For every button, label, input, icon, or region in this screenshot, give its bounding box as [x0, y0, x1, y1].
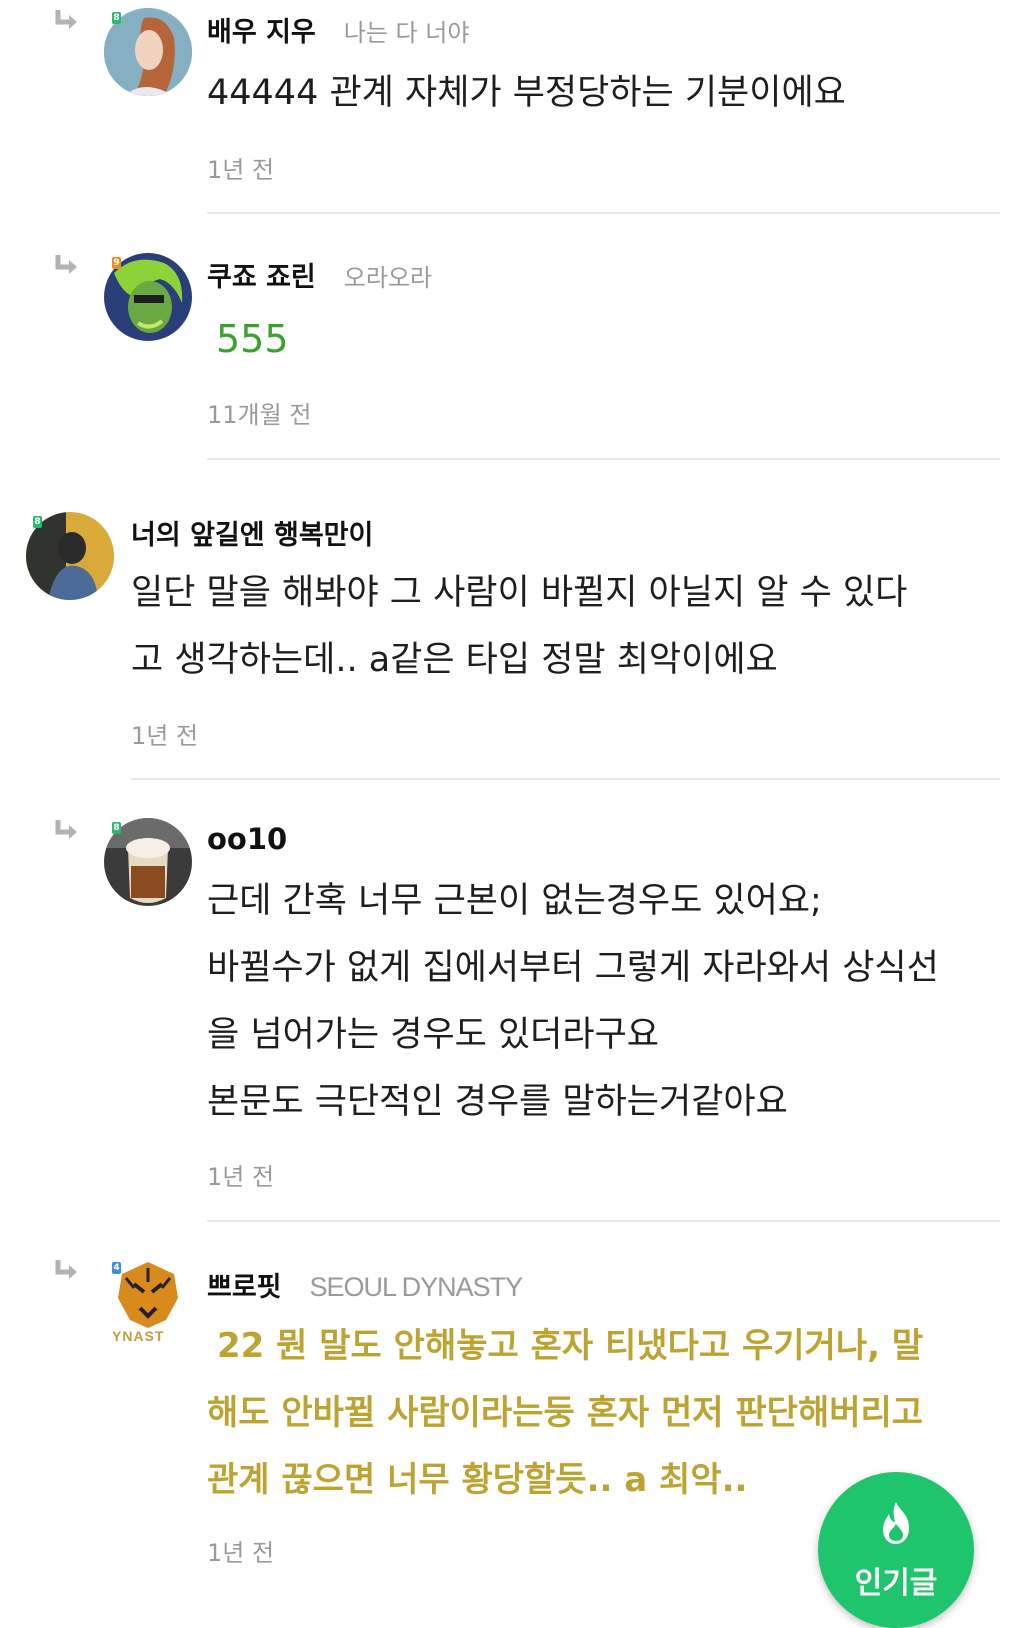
comment-text: 일단 말을 해봐야 그 사람이 바뀔지 아닐지 알 수 있다 고 생각하는데..…: [131, 560, 907, 694]
comment-text: 근데 간혹 너무 근본이 없는경우도 있어요; 바뀔수가 없게 집에서부터 그렇…: [207, 868, 939, 1136]
comment-header: 쁘로핏 SEOUL DYNASTY: [207, 1265, 524, 1304]
comment-line: 22 뭔 말도 안해놓고 혼자 티냈다고 우기거나, 말: [217, 1326, 924, 1366]
reply-arrow-icon: [55, 820, 77, 839]
nickname[interactable]: 쿠죠 죠린: [207, 255, 316, 294]
level-badge: 8: [112, 822, 121, 834]
reply-arrow-icon: [55, 255, 77, 274]
timestamp: 11개월 전: [207, 401, 312, 429]
comment-line: 일단 말을 해봐야 그 사람이 바뀔지 아닐지 알 수 있다: [131, 573, 908, 613]
reply-arrow-icon: [55, 10, 77, 29]
timestamp: 1년 전: [207, 156, 275, 184]
timestamp: 1년 전: [207, 1539, 275, 1567]
comment-line: 바뀔수가 없게 집에서부터 그렇게 자라와서 상식선: [207, 948, 939, 988]
comment-header: 너의 앞길엔 행복만이: [131, 513, 373, 552]
level-badge: 9: [112, 257, 121, 269]
comment-text: 44444 관계 자체가 부정당하는 기분이에요: [207, 60, 846, 127]
divider: [207, 1220, 1000, 1222]
level-badge: 8: [112, 12, 121, 24]
timestamp: 1년 전: [131, 722, 199, 750]
comment-header: oo10: [207, 822, 287, 856]
nickname[interactable]: 배우 지우: [207, 10, 316, 49]
divider: [207, 212, 1000, 214]
reply-arrow-icon: [55, 1260, 77, 1279]
comment-line: 을 넘어가는 경우도 있더라구요: [207, 1015, 659, 1055]
divider: [131, 778, 1000, 780]
comment-line: 근데 간혹 너무 근본이 없는경우도 있어요;: [207, 881, 822, 921]
nickname[interactable]: oo10: [207, 822, 287, 856]
timestamp: 1년 전: [207, 1163, 275, 1191]
level-badge: 8: [33, 516, 42, 528]
nickname[interactable]: 너의 앞길엔 행복만이: [131, 513, 373, 552]
comment-line: 본문도 극단적인 경우를 말하는거같아요: [207, 1082, 788, 1122]
comment-header: 쿠죠 죠린 오라오라: [207, 255, 432, 294]
user-status: 나는 다 너야: [343, 19, 470, 47]
flame-icon: [883, 1502, 909, 1544]
user-status: SEOUL DYNASTY: [309, 1272, 524, 1302]
divider: [207, 458, 1000, 460]
comment-line: 44444 관계 자체가 부정당하는 기분이에요: [207, 73, 846, 113]
comment-text: 555: [216, 306, 289, 373]
comment-line: 고 생각하는데.. a같은 타입 정말 최악이에요: [131, 640, 778, 680]
popular-posts-button[interactable]: 인기글: [818, 1472, 974, 1628]
avatar-text: YNAST: [112, 1328, 165, 1344]
comment-text: 22 뭔 말도 안해놓고 혼자 티냈다고 우기거나, 말 해도 안바뀔 사람이라…: [207, 1313, 923, 1514]
comment-line: 관계 끊으면 너무 황당할듯.. a 최악..: [207, 1460, 748, 1500]
nickname[interactable]: 쁘로핏: [207, 1265, 282, 1304]
comment-line: 555: [216, 317, 289, 361]
user-status: 오라오라: [343, 264, 433, 292]
level-badge: 4: [112, 1262, 121, 1274]
comment-line: 해도 안바뀔 사람이라는둥 혼자 먼저 판단해버리고: [207, 1393, 924, 1433]
comment-header: 배우 지우 나는 다 너야: [207, 10, 469, 49]
popular-posts-label: 인기글: [854, 1566, 938, 1601]
